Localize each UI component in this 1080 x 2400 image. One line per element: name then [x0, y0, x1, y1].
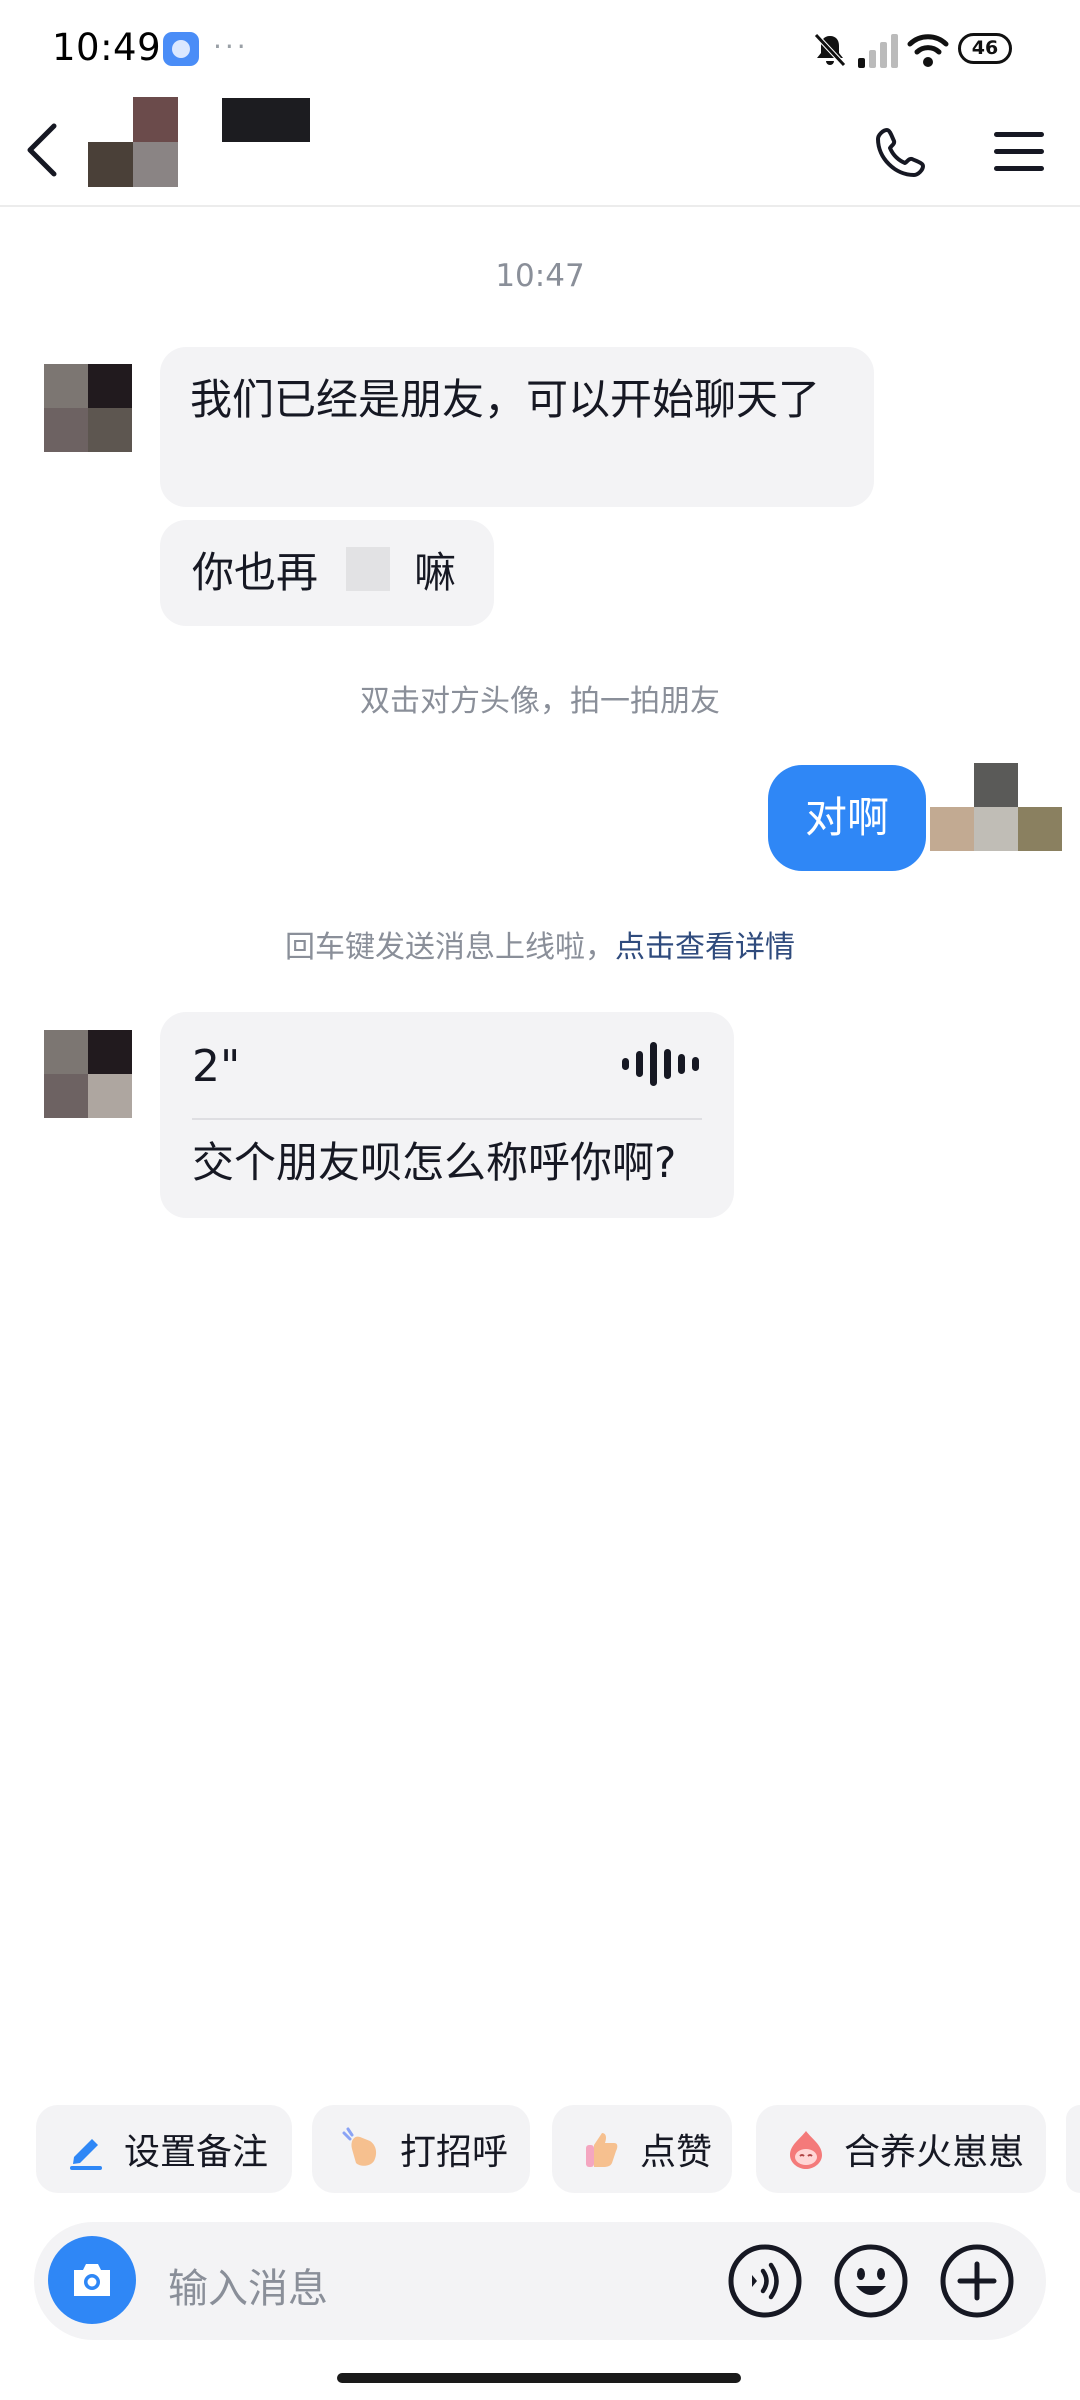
message-bubble[interactable]: 我们已经是朋友，可以开始聊天了	[160, 347, 874, 507]
contact-avatar[interactable]	[88, 97, 178, 187]
view-details-link[interactable]: 点击查看详情	[615, 930, 795, 965]
header-divider	[0, 205, 1080, 207]
quick-action-more-peek[interactable]	[1066, 2105, 1080, 2193]
fire-pet-icon	[790, 2131, 822, 2169]
menu-button[interactable]	[994, 130, 1044, 174]
voice-duration: 2"	[192, 1041, 241, 1092]
message-bubble[interactable]: 你也再 嘛	[160, 520, 494, 626]
other-avatar[interactable]	[44, 364, 132, 452]
system-tip-pat: 双击对方头像，拍一拍朋友	[360, 684, 720, 719]
voice-message-bubble[interactable]: 2" 交个朋友呗怎么称呼你啊?	[160, 1012, 734, 1218]
pencil-icon	[70, 2139, 102, 2170]
mute-bell-icon	[814, 33, 846, 67]
quick-action-set-remark[interactable]: 设置备注	[36, 2105, 292, 2193]
contact-name[interactable]	[222, 98, 310, 142]
quick-action-like[interactable]: 点赞	[552, 2105, 732, 2193]
my-avatar[interactable]	[930, 763, 1062, 851]
signal-icon	[858, 34, 898, 68]
voice-wave-icon[interactable]	[620, 1040, 700, 1088]
quick-action-greet[interactable]: 打招呼	[312, 2105, 530, 2193]
chip-label: 设置备注	[124, 2132, 269, 2173]
camera-icon	[74, 2264, 110, 2296]
message-text: 我们已经是朋友，可以开始聊天了	[190, 375, 821, 424]
system-tip-text: 回车键发送消息上线啦，	[285, 930, 615, 965]
wave-hand-icon	[342, 2127, 377, 2166]
message-text: 你也再	[192, 548, 319, 597]
message-text: 对啊	[804, 793, 889, 842]
battery-indicator: 46	[958, 33, 1012, 64]
chat-timestamp: 10:47	[495, 258, 585, 294]
message-text: 嘛	[414, 548, 457, 597]
redacted-text	[318, 547, 414, 595]
chip-label: 点赞	[640, 2132, 713, 2173]
more-notifications-icon: ···	[213, 30, 249, 63]
camera-button[interactable]	[48, 2236, 136, 2324]
back-button[interactable]	[22, 120, 62, 180]
wifi-icon	[907, 34, 949, 67]
system-tip-enter: 回车键发送消息上线啦，点击查看详情	[0, 922, 1080, 966]
emoji-button[interactable]	[832, 2242, 910, 2320]
quick-action-fire-pet[interactable]: 合养火崽崽	[756, 2105, 1046, 2193]
other-avatar[interactable]	[44, 1030, 132, 1118]
message-input[interactable]: 输入消息	[168, 2256, 328, 2314]
home-indicator[interactable]	[337, 2373, 741, 2383]
chip-label: 打招呼	[400, 2132, 509, 2173]
voice-transcript: 交个朋友呗怎么称呼你啊?	[192, 1138, 677, 1187]
status-time: 10:49	[52, 26, 162, 69]
thumbs-up-icon	[586, 2133, 618, 2167]
plus-button[interactable]	[938, 2242, 1016, 2320]
my-message-bubble[interactable]: 对啊	[768, 765, 926, 871]
voice-input-button[interactable]	[726, 2242, 804, 2320]
voice-divider	[192, 1118, 702, 1120]
app-notification-icon	[163, 32, 199, 66]
chip-label: 合养火崽崽	[844, 2132, 1025, 2173]
phone-call-button[interactable]	[873, 124, 929, 180]
